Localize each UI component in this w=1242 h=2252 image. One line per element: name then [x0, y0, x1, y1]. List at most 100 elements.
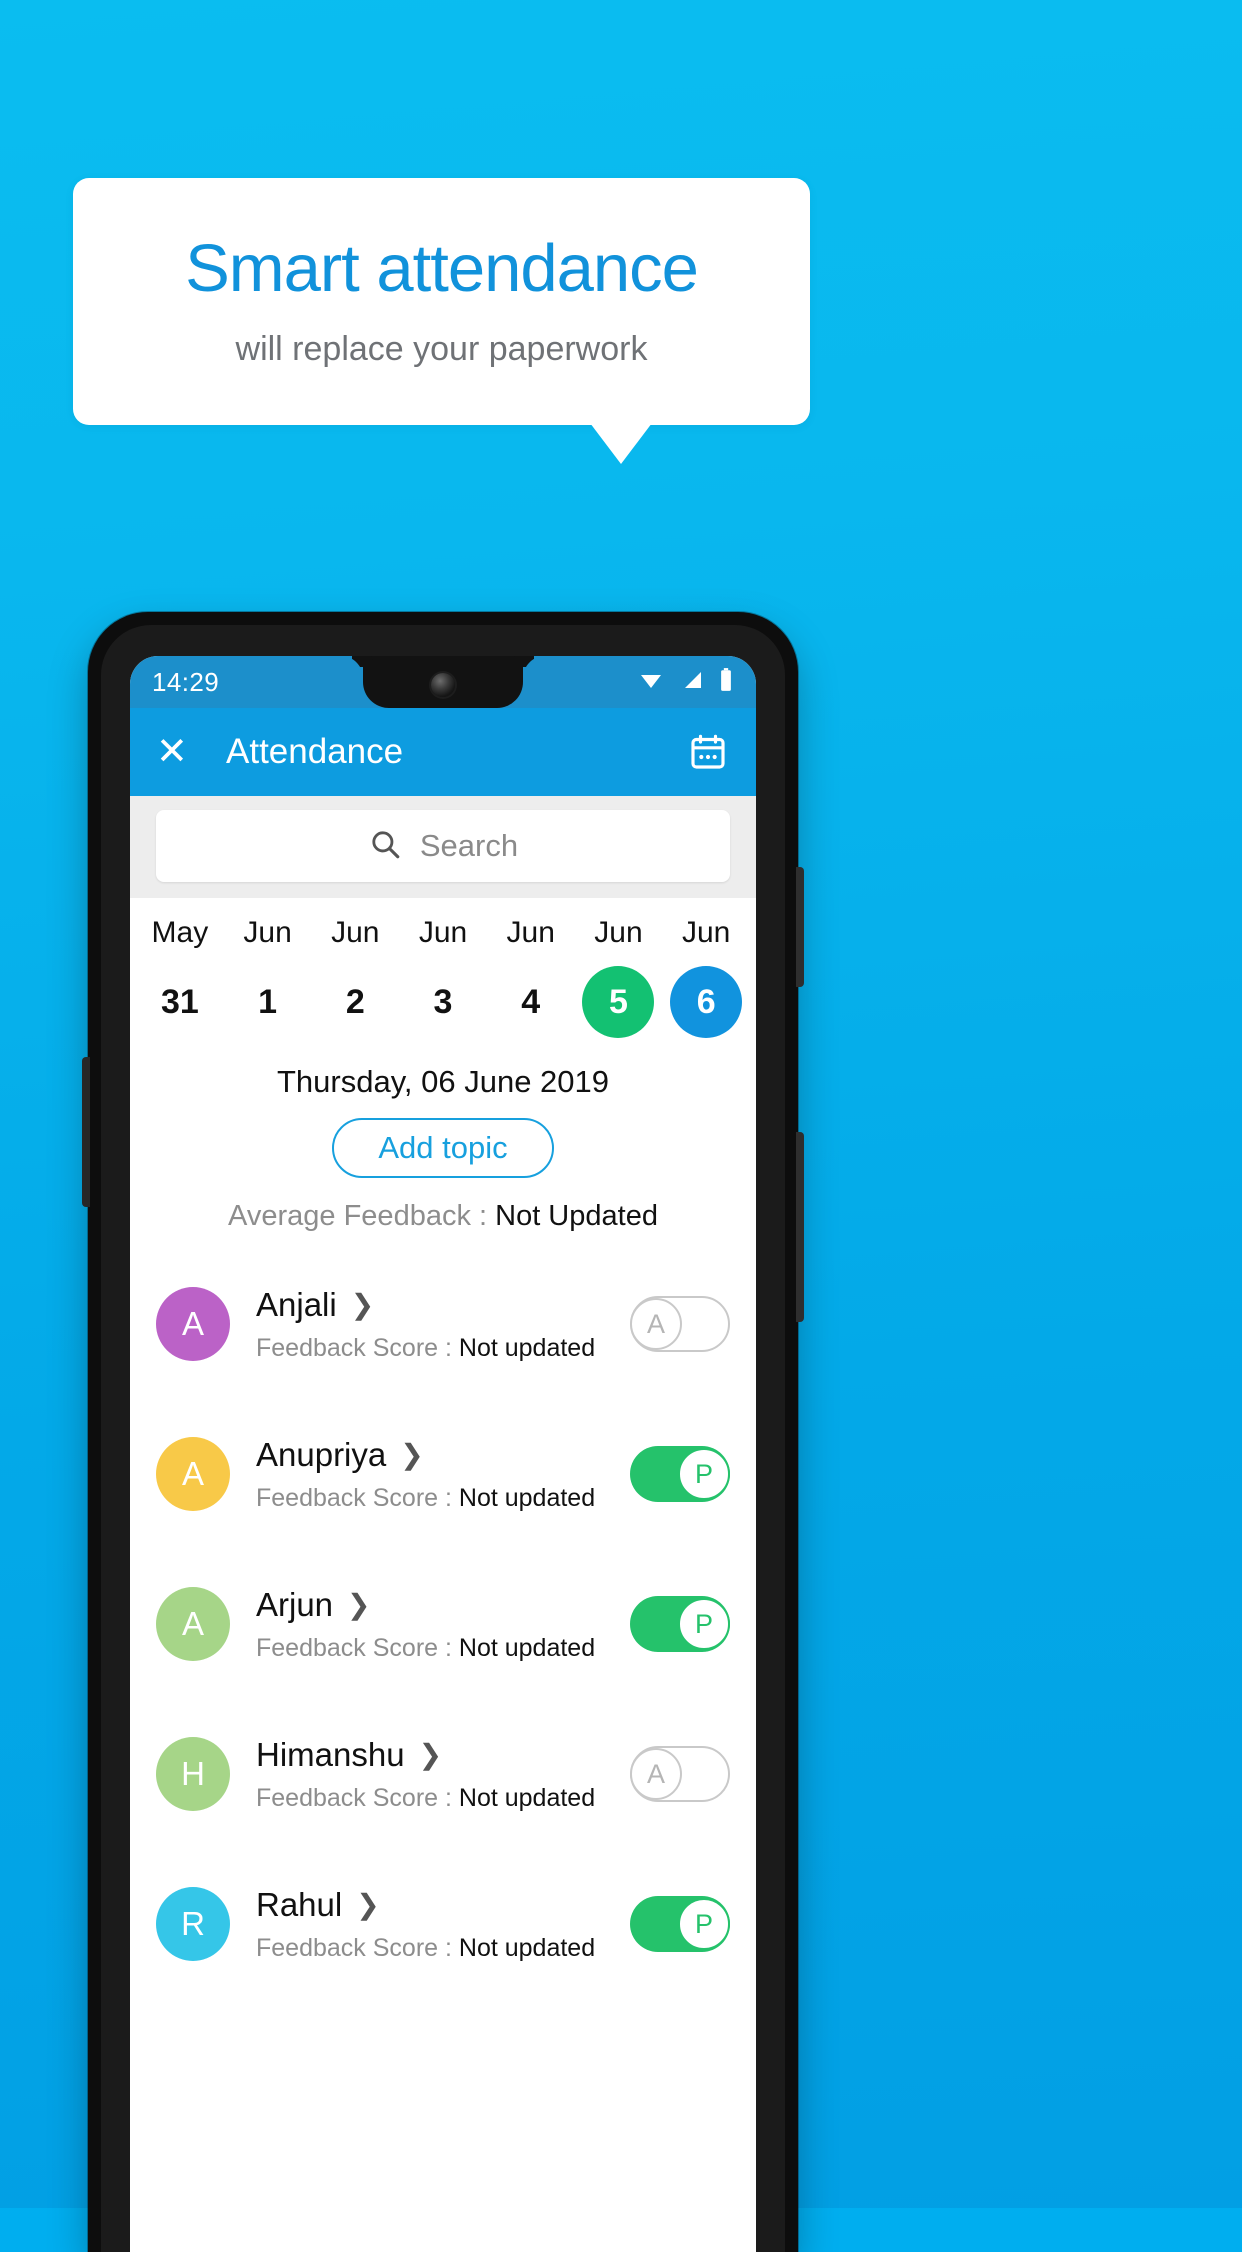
date-month: Jun: [506, 916, 555, 949]
student-name: Rahul: [256, 1885, 343, 1923]
table-row[interactable]: R Rahul ❯ Feedback Score : Not updated P: [130, 1849, 756, 1999]
date-cell[interactable]: Jun 5: [575, 916, 663, 1038]
attendance-toggle[interactable]: A: [630, 1746, 730, 1802]
average-feedback-value: Not Updated: [495, 1200, 658, 1232]
attendance-toggle-knob: P: [678, 1598, 730, 1650]
feedback-score-label: Feedback Score :: [256, 1933, 459, 1962]
avatar: A: [156, 1437, 230, 1511]
close-icon[interactable]: ✕: [156, 733, 202, 771]
date-day: 3: [433, 982, 453, 1021]
student-name: Himanshu: [256, 1735, 405, 1773]
date-day: 31: [160, 982, 199, 1021]
page-title: Attendance: [226, 732, 404, 771]
table-row[interactable]: A Anjali ❯ Feedback Score : Not updated …: [130, 1249, 756, 1399]
date-cell[interactable]: Jun 6: [662, 916, 750, 1038]
date-day: 2: [345, 982, 365, 1021]
date-cell[interactable]: Jun 3: [399, 916, 487, 1038]
student-name-line[interactable]: Himanshu ❯: [256, 1736, 630, 1774]
feedback-score-label: Feedback Score :: [256, 1333, 459, 1362]
date-cell[interactable]: Jun 1: [224, 916, 312, 1038]
search-placeholder: Search: [419, 828, 519, 863]
phone-left-button[interactable]: [82, 1057, 90, 1207]
attendance-toggle[interactable]: P: [630, 1446, 730, 1502]
student-info: Rahul ❯ Feedback Score : Not updated: [256, 1886, 630, 1963]
feedback-score-label: Feedback Score :: [256, 1783, 459, 1812]
add-topic-button[interactable]: Add topic: [332, 1118, 554, 1178]
average-feedback-label: Average Feedback :: [228, 1200, 496, 1232]
student-name-line[interactable]: Rahul ❯: [256, 1886, 630, 1924]
attendance-toggle-knob: P: [678, 1898, 730, 1950]
date-day-selected-green: 5: [582, 966, 655, 1038]
feedback-score-label: Feedback Score :: [256, 1483, 459, 1512]
app-bar: ✕ Attendance: [130, 708, 756, 796]
promo-card-tail: [590, 423, 652, 464]
feedback-score: Feedback Score : Not updated: [256, 1934, 630, 1963]
feedback-score-value: Not updated: [458, 1933, 596, 1962]
status-bar: 14:29: [130, 656, 756, 708]
promo-card: Smart attendance will replace your paper…: [73, 178, 810, 425]
student-name-line[interactable]: Anupriya ❯: [256, 1436, 630, 1474]
display-notch: [363, 656, 523, 708]
chevron-right-icon[interactable]: ❯: [351, 1290, 374, 1319]
table-row[interactable]: A Anupriya ❯ Feedback Score : Not update…: [130, 1399, 756, 1549]
phone-screen: 14:29 ✕ Attendance Search May 31 Jun 1 J…: [130, 656, 756, 2252]
promo-title: Smart attendance: [185, 230, 699, 306]
student-name-line[interactable]: Anjali ❯: [256, 1286, 630, 1324]
table-row[interactable]: A Arjun ❯ Feedback Score : Not updated P: [130, 1549, 756, 1699]
date-day: 4: [521, 982, 541, 1021]
attendance-toggle[interactable]: P: [630, 1896, 730, 1952]
selected-day-label: Thursday, 06 June 2019: [276, 1064, 610, 1099]
date-cell[interactable]: Jun 4: [487, 916, 575, 1038]
attendance-toggle[interactable]: A: [630, 1296, 730, 1352]
search-input[interactable]: Search: [156, 810, 730, 882]
date-cell[interactable]: May 31: [136, 916, 224, 1038]
avatar: H: [156, 1737, 230, 1811]
feedback-score-label: Feedback Score :: [256, 1633, 459, 1662]
attendance-toggle[interactable]: P: [630, 1596, 730, 1652]
avatar: A: [156, 1287, 230, 1361]
feedback-score: Feedback Score : Not updated: [256, 1484, 630, 1513]
date-month: Jun: [331, 916, 380, 949]
student-name: Anjali: [256, 1285, 337, 1323]
feedback-score-value: Not updated: [458, 1483, 596, 1512]
table-row[interactable]: H Himanshu ❯ Feedback Score : Not update…: [130, 1699, 756, 1849]
battery-icon: [718, 667, 734, 698]
phone-mockup: 14:29 ✕ Attendance Search May 31 Jun 1 J…: [82, 612, 804, 2252]
student-list: A Anjali ❯ Feedback Score : Not updated …: [130, 1249, 756, 1999]
date-strip: May 31 Jun 1 Jun 2 Jun 3 Jun 4 Jun 5 Jun…: [130, 898, 756, 1038]
chevron-right-icon[interactable]: ❯: [400, 1440, 423, 1469]
feedback-score: Feedback Score : Not updated: [256, 1634, 630, 1663]
promo-subtitle: will replace your paperwork: [235, 330, 648, 369]
front-camera: [431, 673, 455, 697]
status-clock: 14:29: [152, 666, 220, 697]
student-name-line[interactable]: Arjun ❯: [256, 1586, 630, 1624]
add-topic-container: Add topic: [130, 1118, 756, 1178]
student-info: Arjun ❯ Feedback Score : Not updated: [256, 1586, 630, 1663]
search-icon: [368, 827, 402, 866]
student-name: Arjun: [256, 1585, 334, 1623]
date-month: Jun: [681, 916, 731, 949]
date-day: 1: [258, 982, 278, 1021]
date-day-selected-blue: 6: [670, 966, 743, 1038]
date-month: Jun: [594, 916, 643, 949]
student-info: Himanshu ❯ Feedback Score : Not updated: [256, 1736, 630, 1813]
status-icons: [636, 667, 734, 698]
feedback-score-value: Not updated: [458, 1633, 596, 1662]
wifi-icon: [636, 668, 666, 697]
date-month: May: [151, 916, 209, 949]
chevron-right-icon[interactable]: ❯: [356, 1890, 379, 1919]
date-month: Jun: [243, 916, 292, 949]
chevron-right-icon[interactable]: ❯: [347, 1590, 370, 1619]
search-bar-container: Search: [130, 796, 756, 898]
phone-volume-button[interactable]: [796, 867, 804, 987]
date-cell[interactable]: Jun 2: [311, 916, 399, 1038]
calendar-icon[interactable]: [686, 730, 730, 774]
signal-icon: [679, 668, 705, 697]
feedback-score: Feedback Score : Not updated: [256, 1334, 630, 1363]
feedback-score: Feedback Score : Not updated: [256, 1784, 630, 1813]
chevron-right-icon[interactable]: ❯: [419, 1740, 442, 1769]
attendance-toggle-knob: A: [630, 1748, 682, 1800]
feedback-score-value: Not updated: [458, 1333, 596, 1362]
phone-power-button[interactable]: [796, 1132, 804, 1322]
date-month: Jun: [418, 916, 468, 949]
